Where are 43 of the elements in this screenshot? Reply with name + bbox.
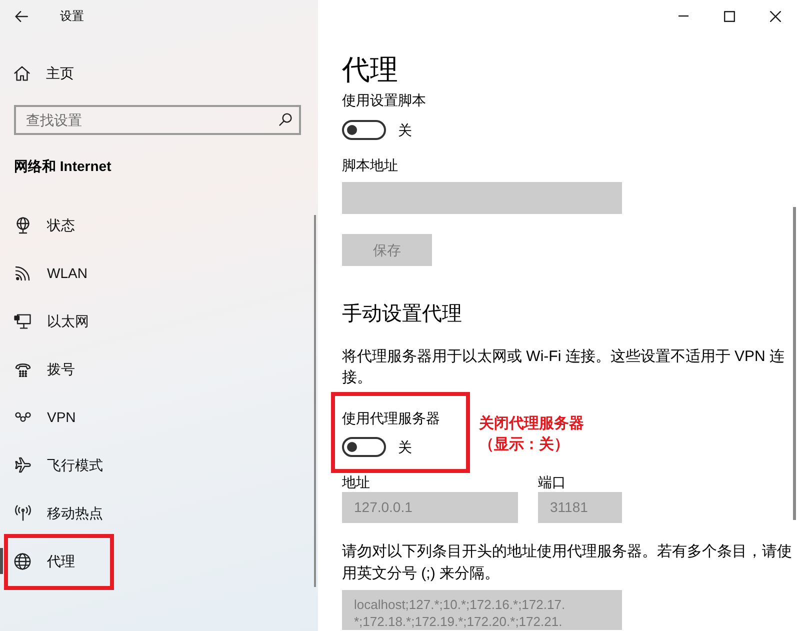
window-title: 设置 [60, 8, 84, 24]
minimize-icon [678, 15, 688, 17]
sidebar-item[interactable]: VPN [0, 393, 310, 441]
phone-icon [14, 362, 30, 376]
search-icon [279, 113, 292, 126]
scrollbar[interactable] [793, 207, 796, 520]
toggle-switch[interactable] [342, 437, 386, 457]
section-title: 网络和 Internet [14, 157, 112, 176]
page-title: 代理 [342, 53, 399, 87]
section-heading: 手动设置代理 [342, 302, 463, 327]
scrollbar[interactable] [314, 215, 316, 587]
sidebar-item[interactable]: 移动热点 [0, 489, 310, 537]
search-field[interactable]: 查找设置 [14, 105, 301, 135]
back-arrow-icon [14, 10, 28, 22]
maximize-icon [724, 10, 734, 22]
field-label: 地址 [342, 473, 371, 491]
wifi-icon [15, 266, 30, 280]
toggle-switch[interactable] [342, 120, 386, 140]
sidebar-item[interactable]: 以太网 [0, 297, 310, 345]
home-nav-item[interactable]: 主页 [0, 57, 310, 89]
monitor-icon [14, 314, 31, 328]
sidebar-item[interactable]: 飞行模式 [0, 441, 310, 489]
sidebar-item[interactable]: 状态 [0, 201, 310, 249]
selection-indicator [0, 548, 3, 574]
close-icon [770, 10, 780, 22]
toggle-label: 使用设置脚本 [342, 91, 427, 110]
description-text: 将代理服务器用于以太网或 Wi-Fi 连接。这些设置不适用于 VPN 连接。 [342, 347, 786, 388]
toggle-label: 使用代理服务器 [342, 409, 441, 428]
description-text: 请勿对以下列条目开头的地址使用代理服务器。若有多个条目，请使用英文分号 (;) 来分隔。 [342, 542, 793, 584]
annotation-note: 关闭代理服务器 （显示：关） [479, 414, 584, 455]
field-label: 脚本地址 [342, 156, 399, 175]
toggle-state-text: 关 [398, 121, 412, 140]
globe-icon [14, 552, 31, 570]
antenna-icon [14, 505, 30, 521]
home-icon [14, 66, 30, 80]
sidebar-item[interactable]: 代理 [0, 537, 310, 585]
field-label: 端口 [538, 473, 567, 491]
airplane-icon [14, 457, 30, 473]
globe-monitor-icon [14, 216, 30, 234]
linked-rings-icon [14, 412, 30, 422]
sidebar-item[interactable]: 拨号 [0, 345, 310, 393]
toggle-state-text: 关 [398, 438, 412, 457]
sidebar-item[interactable]: WLAN [0, 249, 310, 297]
